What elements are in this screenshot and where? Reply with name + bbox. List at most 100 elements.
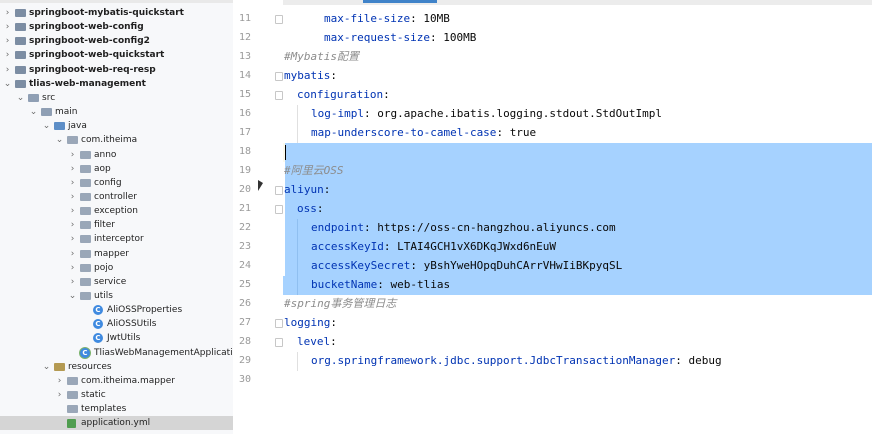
code-line-16: log-impl: org.apache.ibatis.logging.stdo…	[311, 104, 662, 123]
chevron-right-icon[interactable]: ›	[55, 388, 64, 402]
tree-item-springboot-mybatis-quickstart[interactable]: › springboot-mybatis-quickstart	[0, 6, 233, 20]
tree-item-java[interactable]: ⌄ java	[0, 119, 233, 133]
tree-item-utils[interactable]: ⌄ utils	[0, 289, 233, 303]
chevron-right-icon[interactable]: ›	[3, 48, 12, 62]
line-number: 28	[238, 336, 251, 347]
package-folder-icon	[80, 150, 91, 159]
chevron-right-icon[interactable]: ›	[55, 374, 64, 388]
chevron-right-icon[interactable]: ›	[3, 63, 12, 77]
tree-item-application-yml[interactable]: application.yml	[0, 416, 233, 431]
tree-item-springboot-web-req-resp[interactable]: › springboot-web-req-resp	[0, 63, 233, 77]
tree-item-config[interactable]: › config	[0, 176, 233, 190]
tree-item-tlias-web-management[interactable]: ⌄ tlias-web-management	[0, 77, 233, 91]
code-line-20: aliyun:	[284, 180, 330, 199]
tree-item-mapper[interactable]: › mapper	[0, 247, 233, 261]
tree-item-springboot-web-config2[interactable]: › springboot-web-config2	[0, 34, 233, 48]
chevron-right-icon[interactable]: ›	[68, 275, 77, 289]
chevron-right-icon[interactable]: ›	[68, 162, 77, 176]
module-folder-icon	[15, 51, 26, 60]
indent-guide	[297, 219, 298, 295]
line-number: 17	[238, 127, 251, 138]
java-class-icon: C	[93, 333, 103, 344]
line-number: 26	[238, 298, 251, 309]
code-line-26: #spring事务管理日志	[284, 297, 397, 310]
chevron-right-icon[interactable]: ›	[3, 20, 12, 34]
fold-marker-icon[interactable]	[275, 91, 283, 100]
chevron-right-icon[interactable]: ›	[68, 204, 77, 218]
tree-item-tliaswebmanagementapplication[interactable]: C TliasWebManagementApplication	[0, 346, 233, 360]
yaml-key: log-impl	[311, 107, 364, 120]
tree-item-main[interactable]: ⌄ main	[0, 105, 233, 119]
fold-marker-icon[interactable]	[275, 338, 283, 347]
line-number: 19	[238, 165, 251, 176]
tree-item-templates[interactable]: templates	[0, 402, 233, 416]
tree-item-com-itheima-mapper[interactable]: › com.itheima.mapper	[0, 374, 233, 388]
chevron-right-icon[interactable]: ›	[68, 190, 77, 204]
yaml-sep: :	[383, 240, 398, 253]
chevron-right-icon[interactable]: ›	[68, 247, 77, 261]
tree-item-interceptor[interactable]: › interceptor	[0, 232, 233, 246]
tree-item-com-itheima[interactable]: ⌄ com.itheima	[0, 133, 233, 147]
fold-marker-icon[interactable]	[275, 186, 283, 195]
package-folder-icon	[67, 136, 78, 145]
fold-marker-icon[interactable]	[275, 72, 283, 81]
chevron-right-icon[interactable]: ›	[3, 6, 12, 20]
module-folder-icon	[15, 37, 26, 46]
tree-item-resources[interactable]: ⌄ resources	[0, 360, 233, 374]
tree-item-src[interactable]: ⌄ src	[0, 91, 233, 105]
chevron-down-icon[interactable]: ⌄	[42, 119, 51, 133]
chevron-right-icon[interactable]: ›	[68, 176, 77, 190]
line-number: 13	[238, 51, 251, 62]
tree-item-aliossutils[interactable]: C AliOSSUtils	[0, 317, 233, 331]
tree-item-jwtutils[interactable]: C JwtUtils	[0, 331, 233, 345]
tree-item-aliossproperties[interactable]: C AliOSSProperties	[0, 303, 233, 317]
chevron-down-icon[interactable]: ⌄	[55, 133, 64, 147]
line-number: 29	[238, 355, 251, 366]
chevron-right-icon[interactable]: ›	[3, 34, 12, 48]
package-folder-icon	[80, 178, 91, 187]
chevron-right-icon[interactable]: ›	[68, 218, 77, 232]
tree-item-exception[interactable]: › exception	[0, 204, 233, 218]
tree-item-static[interactable]: › static	[0, 388, 233, 402]
chevron-right-icon[interactable]: ›	[68, 261, 77, 275]
chevron-right-icon[interactable]: ›	[68, 148, 77, 162]
code-line-14: mybatis:	[284, 66, 337, 85]
tree-item-controller[interactable]: › controller	[0, 190, 233, 204]
yaml-key: org.springframework.jdbc.support.JdbcTra…	[311, 354, 676, 367]
chevron-down-icon[interactable]: ⌄	[3, 77, 12, 91]
yaml-sep: :	[410, 259, 424, 272]
line-number: 30	[238, 374, 251, 385]
fold-marker-icon[interactable]	[275, 15, 283, 24]
fold-marker-icon[interactable]	[275, 319, 283, 328]
tree-item-label: java	[68, 121, 87, 132]
code-line-29: org.springframework.jdbc.support.JdbcTra…	[311, 351, 722, 370]
tree-item-service[interactable]: › service	[0, 275, 233, 289]
tree-item-label: springboot-web-config2	[29, 36, 150, 47]
tree-item-label: pojo	[94, 262, 114, 273]
project-tree[interactable]: › springboot-mybatis-quickstart › springboo…	[0, 0, 234, 434]
chevron-down-icon[interactable]: ⌄	[42, 360, 51, 374]
tree-item-label: aop	[94, 163, 111, 174]
editor-gutter: 11 12 13 14 15 16 17 18 19 20 21 22 23 24 25 26 27 28 29 30	[233, 0, 283, 434]
tree-item-springboot-web-config[interactable]: › springboot-web-config	[0, 20, 233, 34]
tree-item-pojo[interactable]: › pojo	[0, 261, 233, 275]
code-editor[interactable]: max-file-size: 10MB max-request-size: 10…	[283, 0, 872, 434]
tree-item-springboot-web-quickstart[interactable]: › springboot-web-quickstart	[0, 48, 233, 62]
package-folder-icon	[67, 376, 78, 385]
tree-item-anno[interactable]: › anno	[0, 148, 233, 162]
code-line-22: endpoint: https://oss-cn-hangzhou.aliyun…	[311, 218, 616, 237]
tree-item-aop[interactable]: › aop	[0, 162, 233, 176]
fold-marker-icon[interactable]	[275, 205, 283, 214]
tree-item-filter[interactable]: › filter	[0, 218, 233, 232]
java-class-icon: C	[93, 305, 103, 316]
folder-folder-icon	[28, 93, 39, 102]
chevron-down-icon[interactable]: ⌄	[16, 91, 25, 105]
yaml-key: level	[297, 335, 331, 348]
chevron-down-icon[interactable]: ⌄	[68, 289, 77, 303]
code-line-27: logging:	[284, 313, 337, 332]
chevron-right-icon[interactable]: ›	[68, 232, 77, 246]
yaml-sep: :	[675, 354, 689, 367]
tree-item-label: tlias-web-management	[29, 78, 146, 89]
chevron-down-icon[interactable]: ⌄	[29, 105, 38, 119]
tree-item-label: exception	[94, 206, 138, 217]
